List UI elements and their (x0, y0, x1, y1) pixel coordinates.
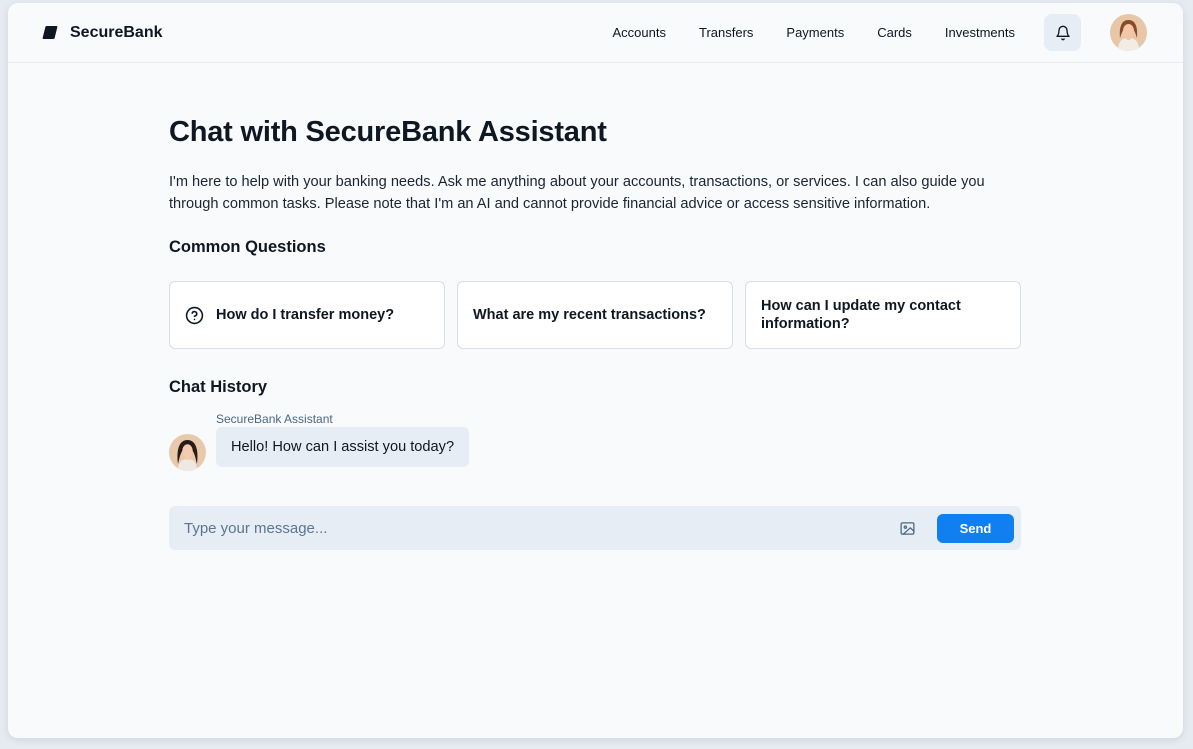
nav-payments[interactable]: Payments (786, 25, 844, 40)
user-avatar[interactable] (1110, 14, 1147, 51)
question-card-transfer[interactable]: How do I transfer money? (169, 281, 445, 349)
notifications-button[interactable] (1044, 14, 1081, 51)
nav-transfers[interactable]: Transfers (699, 25, 753, 40)
question-card-contact-info[interactable]: How can I update my contact information? (745, 281, 1021, 349)
intro-text: I'm here to help with your banking needs… (169, 174, 985, 212)
nav-investments[interactable]: Investments (945, 25, 1015, 40)
image-icon (900, 521, 915, 535)
chat-history-heading: Chat History (169, 378, 268, 396)
top-navbar: SecureBank Accounts Transfers Payments C… (8, 3, 1183, 63)
question-label: How do I transfer money? (216, 307, 395, 323)
chat-message: SecureBank Assistant Hello! How can I as… (169, 412, 1021, 480)
message-author: SecureBank Assistant (216, 412, 333, 426)
send-button[interactable]: Send (937, 513, 1014, 543)
message-bubble: Hello! How can I assist you today? (216, 427, 470, 467)
attach-image-button[interactable] (899, 520, 916, 537)
question-circle-icon (185, 306, 204, 325)
page-title: Chat with SecureBank Assistant (169, 116, 607, 148)
brand-name: SecureBank (70, 23, 163, 41)
bell-icon (1055, 25, 1070, 40)
nav-accounts[interactable]: Accounts (613, 25, 666, 40)
nav-cards[interactable]: Cards (877, 25, 912, 40)
main-nav: Accounts Transfers Payments Cards Invest… (613, 25, 1016, 40)
assistant-avatar (169, 434, 206, 471)
question-label: What are my recent transactions? (473, 307, 706, 323)
common-questions-list: How do I transfer money? What are my rec… (169, 281, 1021, 349)
question-card-transactions[interactable]: What are my recent transactions? (457, 281, 733, 349)
question-label: How can I update my contact information? (761, 298, 961, 332)
chat-page: Chat with SecureBank Assistant I'm here … (169, 63, 1021, 550)
brand[interactable]: SecureBank (42, 23, 163, 42)
user-avatar-icon (1110, 14, 1147, 51)
message-composer: Send (169, 506, 1021, 550)
common-questions-heading: Common Questions (169, 238, 326, 256)
app-window: SecureBank Accounts Transfers Payments C… (8, 3, 1183, 738)
message-input[interactable] (184, 519, 899, 537)
bank-logo-icon (42, 26, 58, 39)
assistant-avatar-icon (169, 434, 206, 471)
